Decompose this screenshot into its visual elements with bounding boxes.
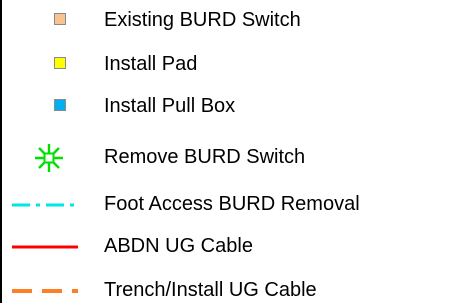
legend-item-existing-burd-switch: Existing BURD Switch: [0, 5, 456, 35]
existing-switch-icon: [54, 13, 66, 25]
legend-item-label: Foot Access BURD Removal: [104, 193, 360, 215]
pull-box-icon: [54, 99, 66, 111]
legend-item-label: Trench/Install UG Cable: [104, 279, 317, 301]
legend-item-install-pull-box: Install Pull Box: [0, 91, 456, 121]
legend-item-label: Remove BURD Switch: [104, 146, 306, 168]
foot-access-line-icon: [12, 203, 78, 207]
legend-item-abdn-ug-cable: ABDN UG Cable: [0, 231, 456, 261]
legend-item-label: ABDN UG Cable: [104, 235, 253, 257]
legend-item-install-pad: Install Pad: [0, 49, 456, 79]
trench-cable-line-icon: [12, 289, 78, 293]
legend-item-foot-access-burd-removal: Foot Access BURD Removal: [0, 189, 456, 219]
legend-item-trench-install-ug-cable: Trench/Install UG Cable: [0, 275, 456, 305]
remove-switch-icon: [32, 141, 66, 180]
legend-item-label: Install Pad: [104, 53, 198, 75]
abdn-cable-line-icon: [12, 245, 78, 249]
legend-item-label: Existing BURD Switch: [104, 9, 301, 31]
legend-item-remove-burd-switch: Remove BURD Switch: [0, 142, 456, 172]
legend-item-label: Install Pull Box: [104, 95, 236, 117]
pad-icon: [54, 57, 66, 69]
